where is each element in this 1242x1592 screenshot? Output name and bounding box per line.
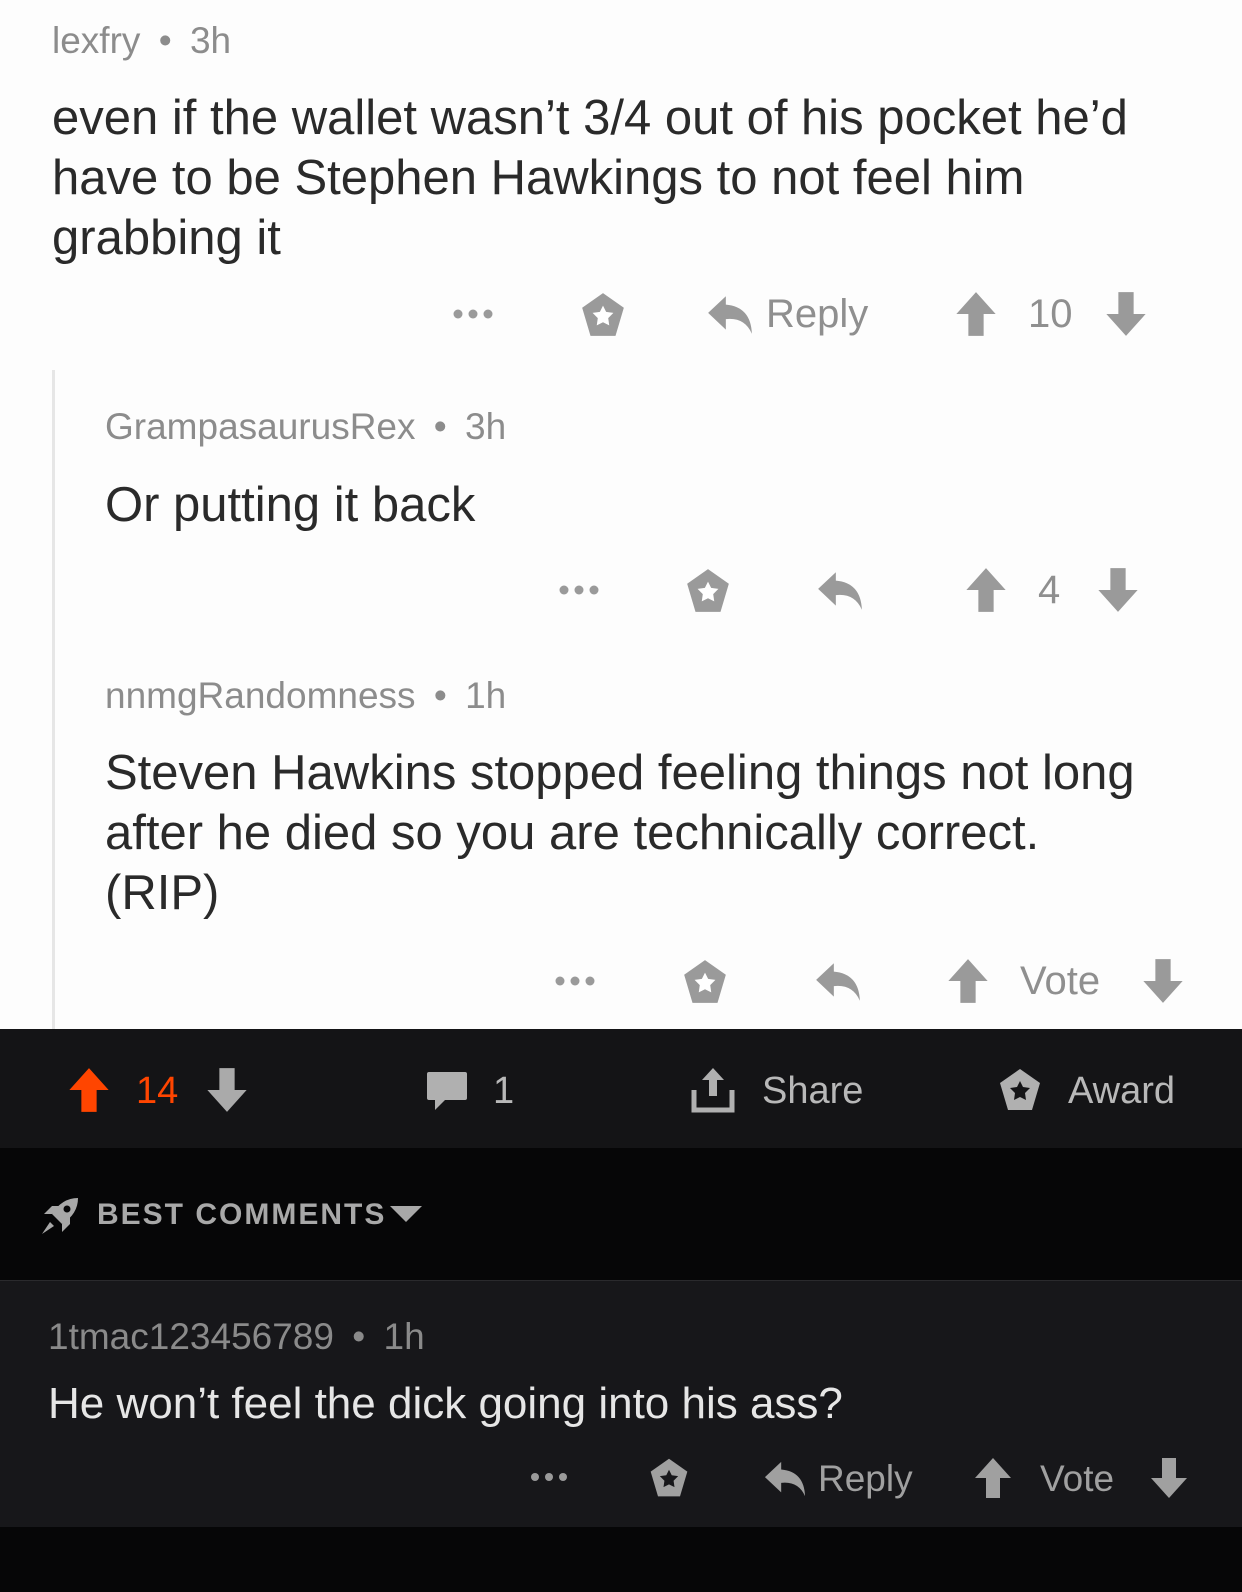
reply-button[interactable]: Reply <box>818 1458 913 1500</box>
comment-body-line: even if the wallet wasn’t 3/4 out of his… <box>52 91 1128 145</box>
comment-body: Steven Hawkins stopped feeling things no… <box>105 743 1135 923</box>
comment-body-line: grabbing it <box>52 211 281 265</box>
award-icon[interactable] <box>679 957 731 1007</box>
vote-score: 4 <box>1038 568 1061 612</box>
comment-body-line: Steven Hawkins stopped feeling things no… <box>105 746 1135 800</box>
comment-body: He won’t feel the dick going into his as… <box>48 1379 843 1428</box>
vote-score: 10 <box>1028 292 1073 336</box>
award-button[interactable]: Award <box>1068 1070 1175 1113</box>
award-icon[interactable] <box>577 290 629 340</box>
share-icon[interactable] <box>690 1066 736 1114</box>
comment-meta: lexfry • 3h <box>52 20 231 62</box>
comment-author[interactable]: 1tmac123456789 <box>48 1316 334 1357</box>
meta-separator: • <box>433 406 447 447</box>
share-button[interactable]: Share <box>762 1070 863 1113</box>
comment-body-line: Or putting it back <box>105 478 476 532</box>
meta-separator: • <box>352 1316 366 1357</box>
sort-label[interactable]: BEST COMMENTS <box>97 1198 386 1232</box>
comment-body: Or putting it back <box>105 475 475 535</box>
post-score: 14 <box>136 1070 179 1112</box>
vote-label: Vote <box>1040 1458 1115 1499</box>
award-icon[interactable] <box>646 1456 692 1500</box>
comment-meta: nnmgRandomness • 1h <box>105 675 506 717</box>
more-options-icon[interactable] <box>554 975 596 987</box>
reply-icon[interactable] <box>762 1458 808 1500</box>
downvote-icon[interactable] <box>204 1066 250 1114</box>
comment-author[interactable]: GrampasaurusRex <box>105 406 416 447</box>
downvote-icon[interactable] <box>1148 1456 1190 1500</box>
award-icon[interactable] <box>995 1066 1045 1114</box>
comment-bubble-icon[interactable] <box>425 1070 469 1112</box>
comment-time: 1h <box>383 1316 425 1357</box>
comment-body-line: have to be Stephen Hawkings to not feel … <box>52 151 1025 205</box>
upvote-icon[interactable] <box>963 566 1009 614</box>
more-options-icon[interactable] <box>558 584 600 596</box>
meta-separator: • <box>433 675 447 716</box>
more-options-icon[interactable] <box>452 308 494 320</box>
award-icon[interactable] <box>682 566 734 616</box>
comment-body: even if the wallet wasn’t 3/4 out of his… <box>52 88 1128 268</box>
post-action-bar <box>0 1029 1242 1148</box>
page-footer-space <box>0 1527 1242 1592</box>
comment-body-line: (RIP) <box>105 866 220 920</box>
meta-separator: • <box>158 20 172 61</box>
comment-author[interactable]: nnmgRandomness <box>105 675 416 716</box>
comment-body-line: after he died so you are technically cor… <box>105 806 1040 860</box>
reply-button[interactable]: Reply <box>766 292 868 337</box>
comment-author[interactable]: lexfry <box>52 20 140 61</box>
downvote-icon[interactable] <box>1095 566 1141 614</box>
comment-time: 3h <box>465 406 507 447</box>
comment-time: 3h <box>189 20 232 61</box>
vote-label: Vote <box>1020 959 1101 1003</box>
comment-meta: GrampasaurusRex • 3h <box>105 406 506 448</box>
reply-icon[interactable] <box>813 959 863 1005</box>
comment-time: 1h <box>465 675 507 716</box>
upvote-icon[interactable] <box>945 957 991 1005</box>
downvote-icon[interactable] <box>1140 957 1186 1005</box>
rocket-icon[interactable] <box>38 1194 82 1238</box>
reply-icon[interactable] <box>815 568 865 614</box>
comment-meta: 1tmac123456789 • 1h <box>48 1316 425 1358</box>
chevron-down-icon[interactable] <box>388 1204 424 1224</box>
more-options-icon[interactable] <box>530 1472 568 1482</box>
comment-count[interactable]: 1 <box>493 1070 514 1113</box>
thread-indent-line[interactable] <box>52 370 55 1029</box>
downvote-icon[interactable] <box>1103 290 1149 338</box>
upvote-icon[interactable] <box>953 290 999 338</box>
upvote-icon[interactable] <box>972 1456 1014 1500</box>
upvote-icon[interactable] <box>66 1066 112 1114</box>
reply-icon[interactable] <box>705 292 755 338</box>
